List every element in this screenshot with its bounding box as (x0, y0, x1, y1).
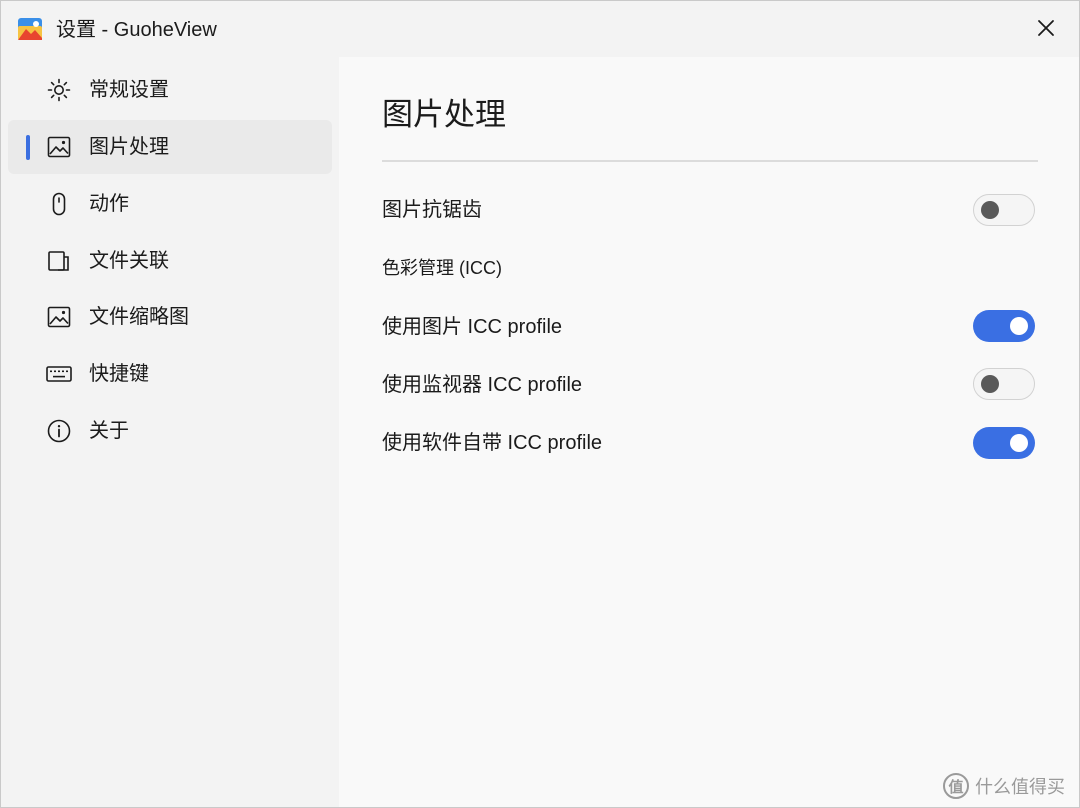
settings-content: 图片处理 图片抗锯齿 色彩管理 (ICC) 使用图片 ICC profile 使… (339, 57, 1079, 807)
page-title: 图片处理 (382, 97, 506, 132)
section-label-color-management: 色彩管理 (ICC) (382, 258, 502, 278)
title-divider (382, 160, 1038, 162)
toggle-knob (981, 375, 999, 393)
active-indicator (26, 135, 30, 160)
sidebar-item-actions[interactable]: 动作 (8, 177, 332, 231)
setting-label-image-icc: 使用图片 ICC profile (382, 316, 563, 338)
setting-label-antialiasing: 图片抗锯齿 (382, 199, 482, 221)
window-title: 设置 - GuoheView (56, 19, 217, 41)
sidebar-item-label: 文件关联 (89, 250, 169, 272)
sidebar-item-label: 快捷键 (89, 363, 149, 385)
sidebar-item-label: 常规设置 (89, 79, 169, 101)
close-button[interactable] (1031, 13, 1061, 43)
gear-icon (46, 77, 72, 103)
mouse-icon (46, 191, 72, 217)
sidebar-item-label: 动作 (89, 193, 129, 215)
close-icon (1038, 20, 1054, 36)
keyboard-icon (46, 361, 72, 387)
image-icon (46, 134, 72, 160)
sidebar-item-shortcuts[interactable]: 快捷键 (8, 347, 332, 401)
sidebar-item-image-processing[interactable]: 图片处理 (8, 120, 332, 174)
sidebar-item-label: 图片处理 (89, 136, 169, 158)
settings-window: 设置 - GuoheView 常规设置 图片处理 动作 文件关联 文件缩略图 快… (0, 0, 1080, 808)
sidebar-item-label: 文件缩略图 (89, 306, 189, 328)
sidebar-item-file-thumbnail[interactable]: 文件缩略图 (8, 290, 332, 344)
sidebar-item-general[interactable]: 常规设置 (8, 63, 332, 117)
sidebar-item-about[interactable]: 关于 (8, 404, 332, 458)
antialiasing-toggle[interactable] (973, 194, 1035, 226)
watermark-badge: 值 (943, 773, 969, 799)
file-link-icon (46, 248, 72, 274)
toggle-knob (981, 201, 999, 219)
sidebar-item-file-association[interactable]: 文件关联 (8, 234, 332, 288)
setting-label-monitor-icc: 使用监视器 ICC profile (382, 374, 583, 396)
sidebar: 常规设置 图片处理 动作 文件关联 文件缩略图 快捷键 关于 (1, 57, 339, 807)
app-logo-icon (18, 18, 42, 40)
toggle-knob (1010, 317, 1028, 335)
watermark: 值 什么值得买 (943, 773, 1065, 799)
title-bar: 设置 - GuoheView (1, 1, 1079, 57)
monitor-icc-toggle[interactable] (973, 368, 1035, 400)
toggle-knob (1010, 434, 1028, 452)
setting-label-builtin-icc: 使用软件自带 ICC profile (382, 432, 603, 454)
builtin-icc-toggle[interactable] (973, 427, 1035, 459)
sidebar-item-label: 关于 (89, 420, 129, 442)
watermark-text: 什么值得买 (975, 777, 1065, 797)
image-icc-toggle[interactable] (973, 310, 1035, 342)
thumbnail-icon (46, 304, 72, 330)
info-icon (46, 418, 72, 444)
